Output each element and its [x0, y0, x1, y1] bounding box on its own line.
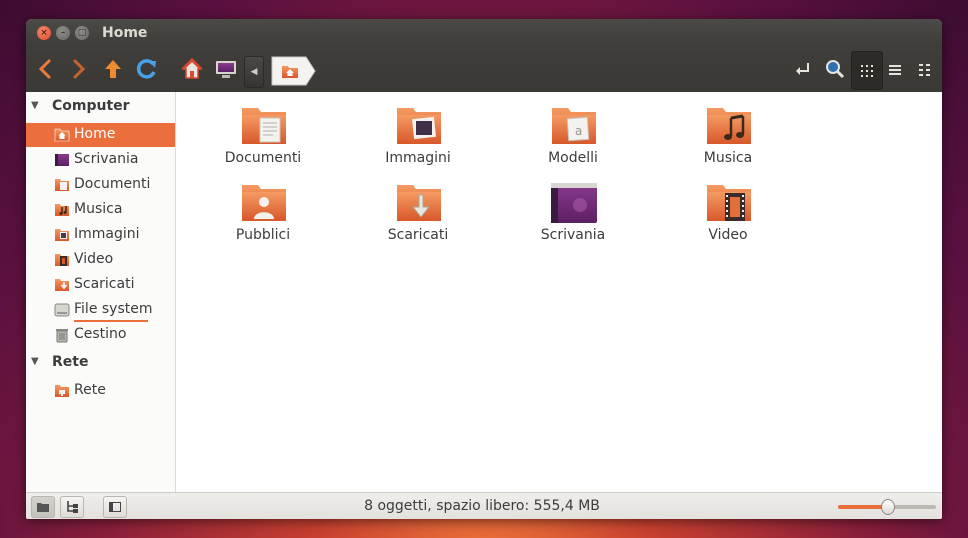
- sidebar-item-scaricati[interactable]: Scaricati: [26, 273, 175, 297]
- status-bar: 8 oggetti, spazio libero: 555,4 MB: [26, 492, 942, 519]
- home-folder-icon: [282, 66, 298, 78]
- svg-text:a: a: [575, 124, 582, 138]
- compact-view-icon: [919, 63, 930, 76]
- search-button[interactable]: [822, 55, 848, 83]
- file-manager-window: × – □ Home ◀ ▼ Computer Home Scrivania D…: [26, 19, 942, 519]
- file-item-modelli[interactable]: a Modelli: [518, 94, 628, 166]
- file-item-video[interactable]: Video: [673, 171, 783, 243]
- pictures-folder-icon: [55, 229, 69, 241]
- title-bar[interactable]: × – □ Home: [26, 19, 942, 47]
- file-item-pubblici[interactable]: Pubblici: [208, 171, 318, 243]
- downloads-folder-icon: [397, 185, 441, 221]
- home-folder-icon: [54, 128, 70, 142]
- sidebar-toggle-icon: [109, 502, 121, 512]
- zoom-slider-fill: [838, 505, 887, 509]
- collapse-triangle-icon: ▼: [31, 356, 39, 367]
- collapse-triangle-icon: ▼: [31, 100, 39, 111]
- file-view[interactable]: Documenti Immagini a Modelli Musica Pubb…: [176, 92, 942, 492]
- path-scroll-left-button[interactable]: ◀: [244, 56, 264, 88]
- drive-icon: [54, 303, 70, 317]
- downloads-folder-icon: [55, 279, 69, 291]
- desktop-icon: [55, 154, 69, 166]
- pictures-folder-icon: [397, 108, 441, 144]
- back-button[interactable]: [32, 55, 58, 83]
- list-view-button[interactable]: [880, 51, 910, 88]
- sidebar-item-cestino[interactable]: Cestino: [26, 323, 175, 347]
- icon-view-button[interactable]: [851, 51, 883, 90]
- search-icon: [826, 60, 845, 79]
- compact-view-button[interactable]: [910, 51, 940, 88]
- sidebar-item-immagini[interactable]: Immagini: [26, 223, 175, 247]
- breadcrumb-home[interactable]: [270, 55, 316, 87]
- return-button[interactable]: [790, 55, 816, 83]
- templates-folder-icon: a: [552, 108, 596, 144]
- sidebar-item-rete[interactable]: Rete: [26, 379, 175, 403]
- status-text: 8 oggetti, spazio libero: 555,4 MB: [364, 498, 600, 514]
- toggle-sidebar-button[interactable]: [103, 496, 127, 518]
- sidebar-item-home[interactable]: Home: [26, 123, 175, 147]
- sidebar-item-musica[interactable]: Musica: [26, 198, 175, 222]
- reload-button[interactable]: [134, 55, 160, 83]
- sidebar-item-documenti[interactable]: Documenti: [26, 173, 175, 197]
- desktop-icon: [216, 61, 236, 78]
- music-folder-icon: [55, 204, 69, 216]
- file-item-scaricati[interactable]: Scaricati: [363, 171, 473, 243]
- sidebar-section-computer[interactable]: ▼ Computer: [26, 95, 175, 119]
- window-title: Home: [102, 25, 148, 41]
- back-arrow-icon: [38, 59, 51, 79]
- video-folder-icon: [707, 185, 751, 221]
- up-arrow-icon: [105, 60, 121, 78]
- close-button[interactable]: ×: [37, 26, 51, 40]
- video-folder-icon: [55, 254, 69, 266]
- sidebar: ▼ Computer Home Scrivania Documenti Musi…: [26, 92, 176, 492]
- file-item-musica[interactable]: Musica: [673, 94, 783, 166]
- mount-usage-bar: [74, 320, 148, 322]
- forward-arrow-icon: [73, 59, 86, 79]
- show-tree-button[interactable]: [60, 496, 84, 518]
- show-places-button[interactable]: [31, 496, 55, 518]
- up-button[interactable]: [100, 55, 126, 83]
- sidebar-item-file-system[interactable]: File system: [26, 298, 175, 322]
- reload-icon: [136, 59, 156, 79]
- documents-folder-icon: [242, 108, 286, 144]
- toolbar: ◀: [26, 47, 942, 92]
- desktop-button[interactable]: [213, 55, 239, 83]
- tree-icon: [67, 501, 78, 513]
- sidebar-item-scrivania[interactable]: Scrivania: [26, 148, 175, 172]
- file-item-immagini[interactable]: Immagini: [363, 94, 473, 166]
- documents-folder-icon: [55, 179, 69, 191]
- zoom-slider[interactable]: [838, 499, 936, 515]
- music-folder-icon: [707, 108, 751, 144]
- maximize-button[interactable]: □: [75, 26, 89, 40]
- zoom-slider-handle[interactable]: [881, 499, 895, 515]
- file-item-scrivania[interactable]: Scrivania: [518, 171, 628, 243]
- sidebar-item-video[interactable]: Video: [26, 248, 175, 272]
- return-arrow-icon: [796, 63, 809, 75]
- home-icon: [181, 58, 203, 79]
- folder-icon: [37, 503, 49, 512]
- sidebar-section-rete[interactable]: ▼ Rete: [26, 351, 175, 375]
- file-item-documenti[interactable]: Documenti: [208, 94, 318, 166]
- list-icon: [889, 64, 901, 75]
- network-folder-icon: [55, 385, 69, 397]
- grid-icon: [861, 64, 873, 77]
- forward-button[interactable]: [66, 55, 92, 83]
- desktop-icon: [551, 183, 597, 223]
- home-button[interactable]: [179, 55, 205, 83]
- public-folder-icon: [242, 185, 286, 221]
- minimize-button[interactable]: –: [56, 26, 70, 40]
- trash-icon: [56, 329, 68, 343]
